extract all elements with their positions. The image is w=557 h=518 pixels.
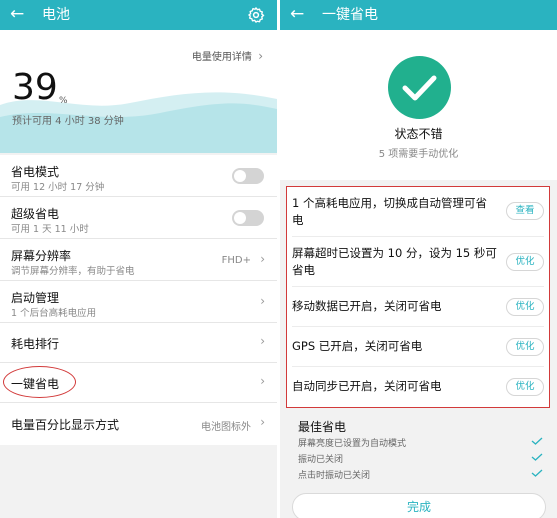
- optimize-button[interactable]: 优化: [506, 298, 544, 316]
- list-item: 1 个高耗电应用，切换成自动管理可省电 查看: [292, 187, 544, 237]
- ultra-power-saving-toggle[interactable]: [232, 210, 264, 226]
- row-title: 超级省电: [11, 207, 60, 221]
- chevron-right-icon: ›: [260, 252, 265, 266]
- item-text: 屏幕超时已设置为 10 分，设为 15 秒可省电: [292, 246, 497, 277]
- chevron-right-icon: ›: [260, 374, 265, 388]
- estimated-remaining: 预计可用 4 小时 38 分钟: [12, 116, 124, 127]
- screen-resolution-row[interactable]: 屏幕分辨率 调节屏幕分辨率，有助于省电 FHD+ ›: [0, 239, 277, 281]
- battery-app-bar: ← 电池: [0, 0, 277, 30]
- row-title: 耗电排行: [11, 337, 60, 351]
- page-title: 一键省电: [322, 7, 378, 23]
- usage-details-link[interactable]: 电量使用详情 ›: [192, 48, 263, 63]
- done-button[interactable]: 完成: [292, 493, 546, 518]
- battery-percent: 39: [12, 67, 58, 108]
- item-text: GPS 已开启，关闭可省电: [292, 339, 423, 353]
- list-item: 屏幕超时已设置为 10 分，设为 15 秒可省电 优化: [292, 237, 544, 287]
- resolution-value: FHD+: [221, 255, 251, 266]
- best-saving-section: 最佳省电 屏幕亮度已设置为自动模式 振动已关闭 点击时振动已关闭: [280, 412, 557, 490]
- row-title: 启动管理: [11, 291, 60, 305]
- check-icon: [531, 437, 543, 445]
- best-item: 振动已关闭: [298, 455, 344, 465]
- optimize-button[interactable]: 优化: [506, 338, 544, 356]
- checkmark-icon: [388, 56, 451, 119]
- back-arrow-icon[interactable]: ←: [10, 3, 24, 25]
- best-saving-title: 最佳省电: [298, 420, 347, 434]
- row-title: 省电模式: [11, 165, 60, 179]
- chevron-right-icon: ›: [260, 415, 265, 429]
- best-item: 点击时振动已关闭: [298, 471, 371, 481]
- chevron-right-icon: ›: [260, 294, 265, 308]
- status-card: 状态不错 5 项需要手动优化: [280, 30, 557, 180]
- check-icon: [531, 453, 543, 461]
- status-subtitle: 5 项需要手动优化: [378, 149, 459, 160]
- row-subtitle: 可用 1 天 11 小时: [11, 224, 89, 235]
- check-icon: [531, 469, 543, 477]
- battery-screen: ← 电池 电量使用详情 › 39 % 预计可用 4 小时 38 分钟 省电模式 …: [0, 0, 277, 518]
- row-subtitle: 1 个后台高耗电应用: [11, 308, 97, 319]
- startup-management-row[interactable]: 启动管理 1 个后台高耗电应用 ›: [0, 281, 277, 323]
- optimize-button[interactable]: 优化: [506, 253, 544, 271]
- battery-summary: 电量使用详情 › 39 % 预计可用 4 小时 38 分钟: [0, 30, 277, 153]
- percent-sign: %: [59, 96, 68, 106]
- row-subtitle: 可用 12 小时 17 分钟: [11, 182, 105, 193]
- power-consumption-ranking-row[interactable]: 耗电排行 ›: [0, 323, 277, 363]
- manual-optimize-list: 1 个高耗电应用，切换成自动管理可省电 查看 屏幕超时已设置为 10 分，设为 …: [286, 186, 550, 408]
- list-item: GPS 已开启，关闭可省电 优化: [292, 327, 544, 367]
- chevron-right-icon: ›: [260, 334, 265, 348]
- ultra-power-saving-row[interactable]: 超级省电 可用 1 天 11 小时: [0, 197, 277, 239]
- item-text: 自动同步已开启，关闭可省电: [292, 379, 442, 393]
- row-subtitle: 调节屏幕分辨率，有助于省电: [11, 266, 135, 277]
- optimize-button[interactable]: 优化: [506, 378, 544, 396]
- row-title: 电量百分比显示方式: [11, 418, 120, 432]
- list-item: 移动数据已开启，关闭可省电 优化: [292, 287, 544, 327]
- power-saving-toggle[interactable]: [232, 168, 264, 184]
- optimize-app-bar: ← 一键省电: [280, 0, 557, 30]
- annotation-circle: [3, 366, 76, 398]
- item-text: 移动数据已开启，关闭可省电: [292, 299, 442, 313]
- percentage-display-value: 电池图标外: [201, 422, 251, 433]
- battery-settings-list: 省电模式 可用 12 小时 17 分钟 超级省电 可用 1 天 11 小时 屏幕…: [0, 155, 277, 445]
- list-item: 自动同步已开启，关闭可省电 优化: [292, 367, 544, 407]
- back-arrow-icon[interactable]: ←: [290, 3, 304, 25]
- battery-percentage-display-row[interactable]: 电量百分比显示方式 电池图标外 ›: [0, 403, 277, 445]
- view-button[interactable]: 查看: [506, 202, 544, 220]
- status-title: 状态不错: [394, 127, 443, 141]
- row-title: 屏幕分辨率: [11, 249, 72, 263]
- best-item: 屏幕亮度已设置为自动模式: [298, 439, 407, 449]
- power-saving-mode-row[interactable]: 省电模式 可用 12 小时 17 分钟: [0, 155, 277, 197]
- item-text: 1 个高耗电应用，切换成自动管理可省电: [292, 196, 487, 227]
- gear-icon[interactable]: [247, 6, 265, 24]
- optimize-screen: ← 一键省电 状态不错 5 项需要手动优化 1 个高耗电应用，切换成自动管理可省…: [280, 0, 557, 518]
- page-title: 电池: [42, 7, 70, 23]
